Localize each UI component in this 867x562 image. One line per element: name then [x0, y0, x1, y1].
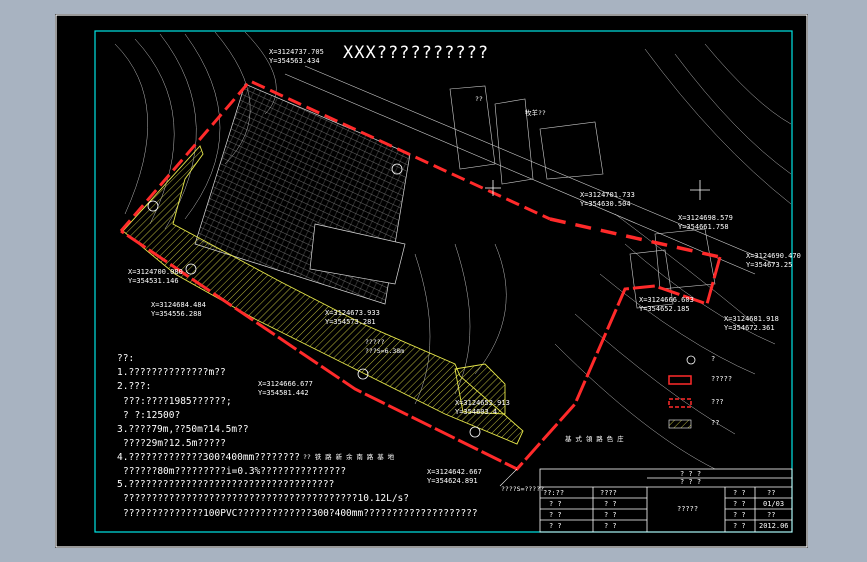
note-line: 5.???????????????????????????????????? [117, 479, 335, 490]
legend-label: ??? [711, 398, 724, 406]
title-block-left-cell: ??:?? [543, 489, 565, 497]
coord-x: X=3124666.677 [258, 380, 313, 388]
title-block-frame [539, 468, 793, 533]
coord-x: X=3124681.918 [724, 315, 779, 323]
coord-y: Y=354556.288 [151, 310, 202, 318]
title-block-left-cell: ? ? [549, 511, 562, 519]
coord-y: Y=354661.758 [678, 223, 729, 231]
note-line: ? ?:12500? [123, 410, 181, 421]
coord-x: X=3124690.470 [746, 252, 801, 260]
coord-x: X=3124684.484 [151, 301, 206, 309]
note-line: ????????????????????????????????????????… [123, 493, 409, 504]
well-label: ????S=????? [501, 485, 545, 493]
legend-red-dash-box [668, 398, 692, 408]
coord-x: X=3124700.080 [128, 268, 183, 276]
coord-x: X=3124701.733 [580, 191, 635, 199]
coord-y: Y=354603.4 [455, 408, 498, 416]
title-block-left-cell: ? ? [549, 522, 562, 530]
coord-x: X=3124737.705 [269, 48, 324, 56]
coord-y: Y=354563.434 [269, 57, 320, 65]
area-label: ???S=6.38m [365, 347, 405, 355]
coord-y: Y=354531.146 [128, 277, 179, 285]
leader-line [499, 468, 518, 487]
title-block-mid-cell: ? ? [604, 511, 617, 519]
coord-x: X=3124652.913 [455, 399, 510, 407]
coord-x: X=3124698.579 [678, 214, 733, 222]
title-block-date: 2012.06 [759, 522, 789, 530]
coord-x: X=3124666.603 [639, 296, 694, 304]
legend-red-box [668, 375, 692, 385]
building-label: ?? [475, 95, 483, 103]
coord-y: Y=354672.361 [724, 324, 775, 332]
notes-heading: ??: [117, 353, 135, 364]
title-block-header: ? ? ? [680, 470, 702, 478]
legend-hatch-box [668, 419, 692, 429]
coord-x: X=3124673.933 [325, 309, 380, 317]
legend-symbols [668, 355, 696, 429]
legend-label: ?? [711, 419, 720, 427]
legend-circle-symbol [686, 355, 696, 365]
note-line: ???:????1985??????; [123, 396, 232, 407]
title-block-right-label: ? ? [733, 500, 746, 508]
title-block-drawing-name: ????? [677, 505, 699, 513]
road-label: 牧羊?? [525, 109, 546, 117]
drawing-sheet: XXX?????????? ?? 牧羊?? ????? ???S=6.38m 基… [55, 14, 808, 548]
note-line: 3.????79m,??50m?14.5m?? [117, 424, 249, 435]
note-line: 1.??????????????m?? [117, 367, 226, 378]
title-block-mid-cell: ? ? [604, 500, 617, 508]
title-block-right-label: ? ? [733, 522, 746, 530]
coord-y: Y=354624.891 [427, 477, 478, 485]
coord-y: Y=354581.442 [258, 389, 309, 397]
title-block-left-cell: ? ? [549, 500, 562, 508]
note-line: 4.?????????????300?400mm???????? [117, 452, 301, 463]
title-block-mid-cell: ? ? [604, 522, 617, 530]
drawing-title: XXX?????????? [343, 43, 490, 63]
coord-x: X=3124642.667 [427, 468, 482, 476]
note-line: ??????????????100PVC?????????????300?400… [123, 508, 478, 519]
title-block-right-value: ?? [767, 489, 776, 497]
coord-y: Y=354573.281 [325, 318, 376, 326]
note-line: ??????80m?????????i=0.3%??????????????? [123, 466, 347, 477]
area-label-top: ????? [365, 338, 385, 346]
title-block-sheet-number: 01/03 [763, 500, 785, 508]
coord-y: Y=354673.25 [746, 261, 793, 269]
coord-y: Y=354652.185 [639, 305, 690, 313]
note-line: ????29m?12.5m????? [123, 438, 226, 449]
coord-y: Y=354630.504 [580, 200, 631, 208]
title-block-right-value: ?? [767, 511, 776, 519]
title-block-mid-cell: ???? [600, 489, 617, 497]
bottom-road-label: 基 式 領 路 色 庄 [565, 435, 624, 443]
title-block-right-label: ? ? [733, 511, 746, 519]
note-line: 2.???: [117, 381, 152, 392]
legend-label: ????? [711, 375, 733, 383]
legend-label: ? [711, 355, 716, 363]
title-block-subheader: ? ? ? [680, 478, 702, 486]
side-text-label: ?? 铁 路 新 余 南 路 基 地 [303, 453, 395, 461]
title-block-right-label: ? ? [733, 489, 746, 497]
